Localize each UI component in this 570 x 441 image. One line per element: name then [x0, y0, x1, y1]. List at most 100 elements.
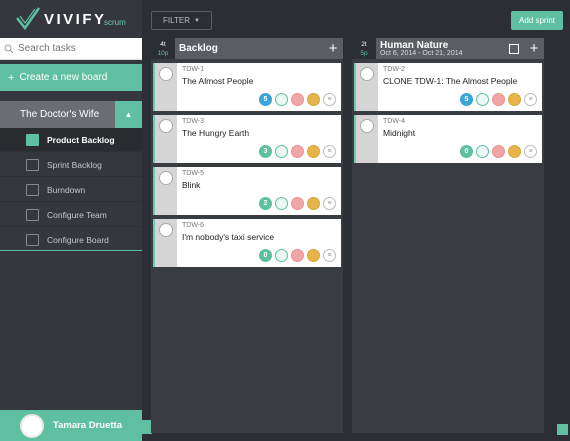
brand-sub: scrum	[104, 18, 126, 27]
task-card[interactable]: TDW-6 I'm nobody's taxi service 0 ≡	[153, 219, 341, 267]
board-icon	[26, 234, 39, 246]
person-icon[interactable]	[476, 93, 489, 106]
sidebar-item-burndown[interactable]: Burndown	[0, 178, 142, 202]
assignee-avatar	[356, 115, 378, 163]
sidebar-item-configure-team[interactable]: Configure Team	[0, 203, 142, 227]
chevron-up-icon[interactable]: ▲	[115, 101, 142, 128]
menu-icon[interactable]: ≡	[323, 93, 336, 106]
points-badge: 0	[460, 145, 473, 158]
logo: VIVIFY scrum	[0, 0, 142, 38]
task-badges: 0 ≡	[460, 145, 537, 158]
points-badge: 3	[259, 145, 272, 158]
assignee-avatar	[155, 219, 177, 267]
sprint-dates: Oct 6, 2014 - Oct 21, 2014	[380, 50, 463, 57]
person-icon[interactable]	[275, 249, 288, 262]
task-id: TDW-3	[182, 118, 205, 125]
column-stats: 2t 5p	[352, 38, 376, 59]
task-title: CLONE TDW-1: The Almost People	[383, 76, 518, 86]
chart-icon	[26, 184, 39, 196]
divider	[0, 250, 142, 251]
search-icon	[4, 44, 14, 53]
task-card[interactable]: TDW-4 Midnight 0 ≡	[354, 115, 542, 163]
sidebar-item-label: Configure Team	[47, 209, 107, 220]
person-icon[interactable]	[275, 145, 288, 158]
assignee-avatar	[155, 167, 177, 215]
sidebar-item-product-backlog[interactable]: Product Backlog	[0, 128, 142, 152]
sidebar-item-label: Sprint Backlog	[47, 159, 102, 170]
task-title: The Almost People	[182, 76, 254, 86]
task-id: TDW-5	[182, 170, 205, 177]
avatar	[20, 413, 44, 438]
user-profile[interactable]: Tamara Druetta	[0, 410, 142, 441]
points-badge: 2	[259, 197, 272, 210]
sidebar-item-label: Burndown	[47, 184, 86, 195]
column-header: 2t 5p Human Nature Oct 6, 2014 - Oct 21,…	[352, 38, 544, 59]
bug-icon[interactable]	[291, 145, 304, 158]
menu-icon[interactable]: ≡	[323, 249, 336, 262]
priority-icon[interactable]	[307, 249, 320, 262]
create-board-button[interactable]: + Create a new board	[0, 64, 142, 91]
task-badges: 2 ≡	[259, 197, 336, 210]
sidebar-item-label: Configure Board	[47, 234, 109, 245]
sidebar-item-sprint-backlog[interactable]: Sprint Backlog	[0, 153, 142, 177]
column-backlog: 4t 10p Backlog + TDW-1 The Almost People…	[151, 38, 343, 433]
bug-icon[interactable]	[291, 249, 304, 262]
add-sprint-button[interactable]: Add sprint	[511, 11, 563, 30]
column-sprint: 2t 5p Human Nature Oct 6, 2014 - Oct 21,…	[352, 38, 544, 433]
task-card[interactable]: TDW-1 The Almost People 5 ≡	[153, 63, 341, 111]
bug-icon[interactable]	[291, 197, 304, 210]
priority-icon[interactable]	[508, 93, 521, 106]
task-id: TDW-2	[383, 66, 406, 73]
user-name: Tamara Druetta	[53, 420, 122, 431]
menu-icon[interactable]: ≡	[323, 197, 336, 210]
points-badge: 5	[460, 93, 473, 106]
add-task-button[interactable]: +	[524, 38, 544, 59]
bug-icon[interactable]	[291, 93, 304, 106]
assignee-avatar	[356, 63, 378, 111]
sidebar-item-label: Product Backlog	[47, 134, 115, 145]
priority-icon[interactable]	[307, 93, 320, 106]
chevron-down-icon: ▼	[194, 17, 200, 24]
brand-name: VIVIFY	[44, 11, 107, 28]
points-badge: 5	[259, 93, 272, 106]
filter-label: FILTER	[163, 16, 190, 25]
board-selector[interactable]: The Doctor's Wife ▲	[0, 101, 142, 128]
priority-icon[interactable]	[307, 145, 320, 158]
team-icon	[26, 209, 39, 221]
logo-check-icon	[16, 7, 41, 31]
priority-icon[interactable]	[307, 197, 320, 210]
sidebar-item-configure-board[interactable]: Configure Board	[0, 228, 142, 252]
task-badges: 5 ≡	[259, 93, 336, 106]
sidebar: VIVIFY scrum + Create a new board The Do…	[0, 0, 142, 441]
person-icon[interactable]	[476, 145, 489, 158]
complete-sprint-button[interactable]	[504, 38, 524, 59]
task-id: TDW-6	[182, 222, 205, 229]
search-input[interactable]	[18, 43, 136, 54]
task-card[interactable]: TDW-3 The Hungry Earth 3 ≡	[153, 115, 341, 163]
task-badges: 0 ≡	[259, 249, 336, 262]
bug-icon[interactable]	[492, 93, 505, 106]
create-board-label: Create a new board	[19, 72, 108, 83]
column-header: 4t 10p Backlog +	[151, 38, 343, 59]
task-badges: 5 ≡	[460, 93, 537, 106]
priority-icon[interactable]	[508, 145, 521, 158]
person-icon[interactable]	[275, 93, 288, 106]
plus-icon: +	[8, 71, 15, 84]
task-id: TDW-4	[383, 118, 406, 125]
sprint-icon	[26, 159, 39, 171]
task-title: Blink	[182, 180, 201, 190]
add-task-button[interactable]: +	[323, 38, 343, 59]
menu-icon[interactable]: ≡	[323, 145, 336, 158]
menu-icon[interactable]: ≡	[524, 93, 537, 106]
filter-button[interactable]: FILTER ▼	[151, 11, 212, 30]
task-title: Midnight	[383, 128, 416, 138]
bug-icon[interactable]	[492, 145, 505, 158]
task-title: I'm nobody's taxi service	[182, 232, 275, 242]
menu-icon[interactable]: ≡	[524, 145, 537, 158]
task-card[interactable]: TDW-2 CLONE TDW-1: The Almost People 5 ≡	[354, 63, 542, 111]
mail-icon[interactable]	[557, 424, 568, 435]
points-count: 10p	[157, 50, 169, 57]
task-id: TDW-1	[182, 66, 205, 73]
task-card[interactable]: TDW-5 Blink 2 ≡	[153, 167, 341, 215]
person-icon[interactable]	[275, 197, 288, 210]
